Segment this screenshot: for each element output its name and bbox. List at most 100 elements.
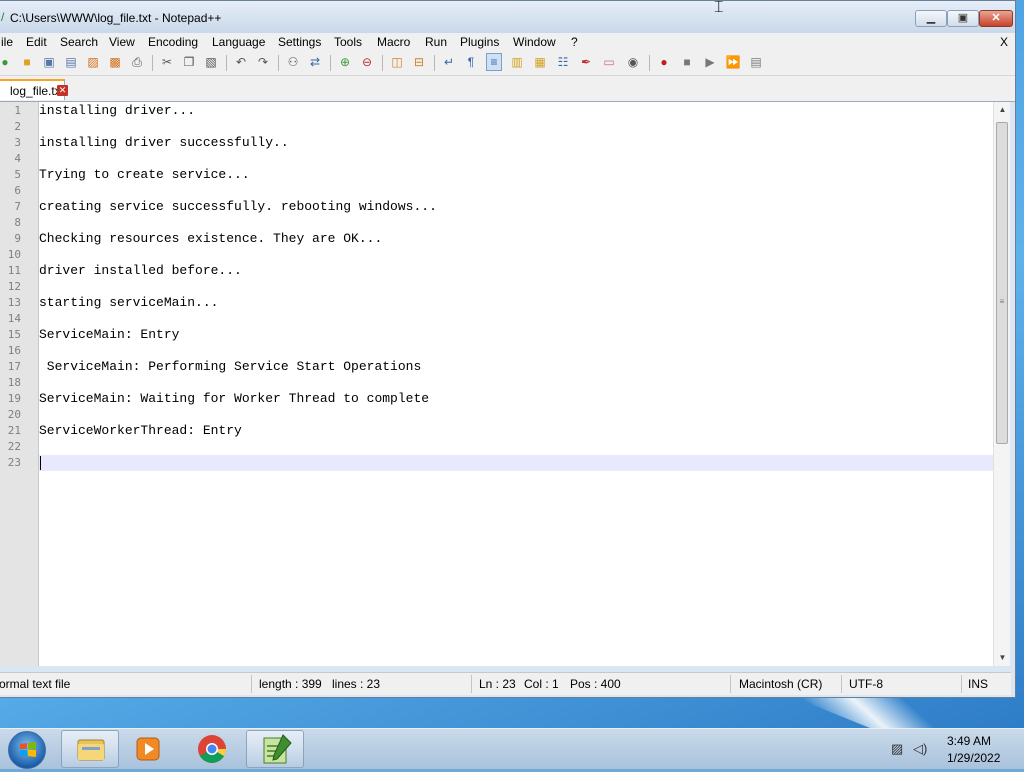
menu-help[interactable]: ? bbox=[571, 34, 578, 50]
start-button[interactable] bbox=[8, 731, 46, 769]
menu-bar: ile Edit Search View Encoding Language S… bbox=[0, 33, 1015, 51]
title-bar[interactable]: / C:\Users\WWW\log_file.txt - Notepad++ … bbox=[0, 1, 1015, 33]
save-macro-icon[interactable]: ▤ bbox=[748, 54, 764, 70]
media-player-icon bbox=[136, 737, 160, 761]
folder-workspace-icon[interactable]: ✒ bbox=[578, 54, 594, 70]
network-icon[interactable]: ▨ bbox=[891, 741, 907, 757]
taskbar-file-explorer[interactable] bbox=[61, 730, 119, 768]
status-eol[interactable]: Macintosh (CR) bbox=[739, 676, 822, 692]
sync-horizontal-icon[interactable]: ⊟ bbox=[411, 54, 427, 70]
user-language-icon[interactable]: ▥ bbox=[509, 54, 525, 70]
play-macro-icon[interactable]: ▶ bbox=[702, 54, 718, 70]
status-col: Col : 1 bbox=[524, 677, 559, 691]
run-macro-multiple-icon[interactable]: ⏩ bbox=[725, 54, 741, 70]
text-line: installing driver successfully.. bbox=[39, 135, 289, 150]
status-ln: Ln : 23 bbox=[479, 677, 516, 691]
line-number: 3 bbox=[14, 136, 21, 149]
save-all-icon[interactable]: ▤ bbox=[63, 54, 79, 70]
vertical-scrollbar[interactable]: ▲ ≡ ▼ bbox=[993, 102, 1010, 666]
menu-encoding[interactable]: Encoding bbox=[148, 34, 198, 50]
system-tray: ▨ ◁) 3:49 AM 1/29/2022 bbox=[885, 729, 1024, 769]
menu-language[interactable]: Language bbox=[212, 34, 265, 50]
scroll-thumb[interactable]: ≡ bbox=[996, 122, 1008, 444]
taskbar-chrome[interactable] bbox=[183, 730, 241, 768]
sync-vertical-icon[interactable]: ◫ bbox=[389, 54, 405, 70]
paste-icon[interactable]: ▧ bbox=[203, 54, 219, 70]
toolbar-separator bbox=[278, 55, 279, 71]
close-window-button[interactable]: ✕ bbox=[979, 10, 1013, 27]
tab-close-icon[interactable]: ✕ bbox=[57, 85, 68, 96]
menu-window[interactable]: Window bbox=[513, 34, 556, 50]
editor-area[interactable]: 1 2 3 4 5 6 7 8 9 10 11 12 13 14 15 16 17 18 19 20 21 22 23 in… bbox=[0, 102, 1010, 666]
close-all-icon[interactable]: ▩ bbox=[107, 54, 123, 70]
line-number: 20 bbox=[7, 408, 21, 421]
line-number: 9 bbox=[14, 232, 21, 245]
status-divider bbox=[471, 675, 472, 693]
scroll-up-icon[interactable]: ▲ bbox=[994, 102, 1011, 118]
scroll-grip-icon: ≡ bbox=[999, 297, 1005, 306]
menu-macro[interactable]: Macro bbox=[377, 34, 410, 50]
close-icon[interactable]: ▨ bbox=[85, 54, 101, 70]
word-wrap-icon[interactable]: ↵ bbox=[441, 54, 457, 70]
minimize-button[interactable]: ▁ bbox=[915, 10, 947, 27]
toolbar-separator bbox=[382, 55, 383, 71]
menu-settings[interactable]: Settings bbox=[278, 34, 321, 50]
open-file-icon[interactable]: ■ bbox=[19, 54, 35, 70]
menu-edit[interactable]: Edit bbox=[26, 34, 47, 50]
menu-search[interactable]: Search bbox=[60, 34, 98, 50]
cut-icon[interactable]: ✂ bbox=[159, 54, 175, 70]
copy-icon[interactable]: ❐ bbox=[181, 54, 197, 70]
print-icon[interactable]: ⎙ bbox=[129, 54, 145, 70]
stop-record-icon[interactable]: ■ bbox=[679, 54, 695, 70]
taskbar-media-player[interactable] bbox=[120, 730, 178, 768]
redo-icon[interactable]: ↷ bbox=[255, 54, 271, 70]
line-number: 13 bbox=[7, 296, 21, 309]
new-file-icon[interactable]: ● bbox=[0, 54, 13, 70]
function-list-icon[interactable]: ☷ bbox=[555, 54, 571, 70]
line-number-gutter: 1 2 3 4 5 6 7 8 9 10 11 12 13 14 15 16 17 18 19 20 21 22 23 bbox=[0, 102, 39, 666]
find-icon[interactable]: ⚇ bbox=[285, 54, 301, 70]
clock-time[interactable]: 3:49 AM bbox=[947, 734, 991, 748]
menu-tools[interactable]: Tools bbox=[334, 34, 362, 50]
line-number: 22 bbox=[7, 440, 21, 453]
eye-icon[interactable]: ◉ bbox=[625, 54, 641, 70]
indent-guide-icon[interactable]: ≡ bbox=[486, 53, 502, 71]
zoom-out-icon[interactable]: ⊖ bbox=[359, 54, 375, 70]
line-number: 11 bbox=[7, 264, 21, 277]
line-number: 16 bbox=[7, 344, 21, 357]
menu-view[interactable]: View bbox=[109, 34, 135, 50]
text-line: starting serviceMain... bbox=[39, 295, 219, 310]
status-encoding[interactable]: UTF-8 bbox=[849, 676, 883, 692]
tab-label: log_file.txt bbox=[10, 84, 65, 98]
taskbar-notepad-plus-plus[interactable] bbox=[246, 730, 304, 768]
doc-map-icon[interactable]: ▦ bbox=[532, 54, 548, 70]
clock-date[interactable]: 1/29/2022 bbox=[947, 751, 1000, 765]
text-line: Trying to create service... bbox=[39, 167, 250, 182]
toolbar-separator bbox=[330, 55, 331, 71]
line-number: 15 bbox=[7, 328, 21, 341]
zoom-in-icon[interactable]: ⊕ bbox=[337, 54, 353, 70]
toolbar-separator bbox=[152, 55, 153, 71]
monitoring-icon[interactable]: ▭ bbox=[601, 54, 617, 70]
window-title: C:\Users\WWW\log_file.txt - Notepad++ bbox=[10, 11, 222, 25]
mouse-text-cursor-icon: ⌶ bbox=[714, 0, 724, 16]
volume-icon[interactable]: ◁) bbox=[913, 741, 929, 757]
replace-icon[interactable]: ⇄ bbox=[307, 54, 323, 70]
text-caret bbox=[40, 456, 41, 470]
record-macro-icon[interactable]: ● bbox=[656, 54, 672, 70]
close-document-button[interactable]: X bbox=[1000, 34, 1008, 50]
show-all-chars-icon[interactable]: ¶ bbox=[463, 54, 479, 70]
status-mode: INS bbox=[968, 677, 989, 691]
scroll-down-icon[interactable]: ▼ bbox=[994, 650, 1011, 666]
save-icon[interactable]: ▣ bbox=[41, 54, 57, 70]
toolbar-separator bbox=[649, 55, 650, 71]
undo-icon[interactable]: ↶ bbox=[233, 54, 249, 70]
tab-log-file[interactable]: log_file.txt ✕ bbox=[0, 79, 68, 100]
minimize-icon: ▁ bbox=[926, 12, 936, 24]
menu-file[interactable]: ile bbox=[1, 34, 13, 50]
line-number: 18 bbox=[7, 376, 21, 389]
line-number: 23 bbox=[7, 456, 21, 469]
menu-plugins[interactable]: Plugins bbox=[460, 34, 499, 50]
maximize-button[interactable]: ▣ bbox=[947, 10, 979, 27]
menu-run[interactable]: Run bbox=[425, 34, 447, 50]
